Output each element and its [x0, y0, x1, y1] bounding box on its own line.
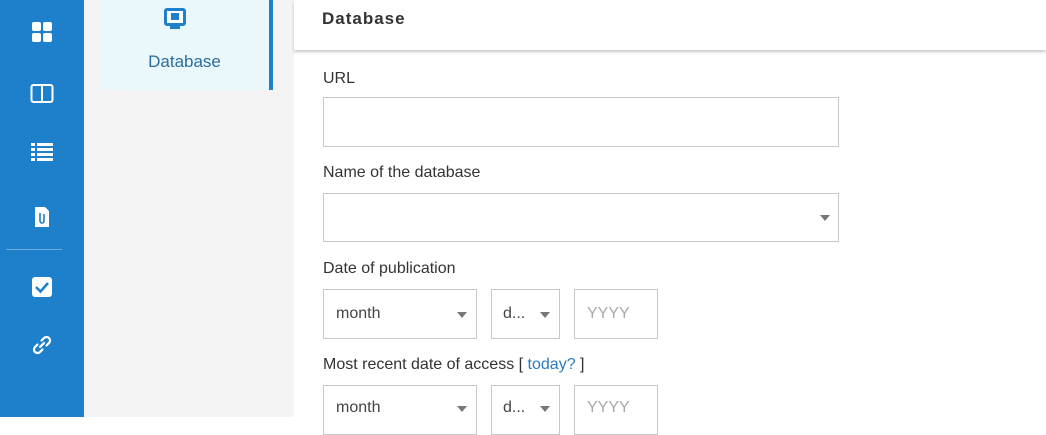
pub-day-select[interactable]: d... — [491, 289, 560, 339]
source-type-card-database[interactable] — [100, 0, 273, 90]
pub-year-placeholder: YYYY — [587, 305, 630, 322]
page-header: Database — [294, 0, 1046, 50]
list-icon[interactable] — [0, 130, 84, 174]
pub-day-value: d... — [503, 305, 526, 322]
access-month-value: month — [336, 399, 381, 416]
link-icon[interactable] — [0, 323, 84, 367]
pub-date-label: Date of publication — [323, 260, 456, 277]
db-name-select[interactable] — [323, 193, 839, 242]
source-type-panel: Database — [84, 0, 294, 417]
source-type-label: Database — [148, 52, 221, 71]
left-nav-rail — [0, 0, 84, 417]
access-year-input[interactable]: YYYY — [574, 385, 658, 435]
grid-icon[interactable] — [0, 10, 84, 54]
chevron-down-icon — [540, 406, 550, 412]
access-date-label: Most recent date of access [ today? ] — [323, 356, 584, 374]
access-label-end: ] — [575, 356, 585, 373]
page-title: Database — [322, 9, 406, 28]
db-name-label: Name of the database — [323, 164, 481, 181]
chevron-down-icon — [820, 215, 830, 221]
access-day-value: d... — [503, 399, 526, 416]
checkbox-icon[interactable] — [0, 265, 84, 309]
chevron-down-icon — [540, 312, 550, 318]
pub-month-value: month — [336, 305, 381, 322]
form-area: Database URL Name of the database Date o… — [294, 0, 1046, 435]
access-day-select[interactable]: d... — [491, 385, 560, 435]
access-label-text: Most recent date of access [ — [323, 356, 528, 373]
access-year-placeholder: YYYY — [587, 399, 630, 416]
monitor-stand — [170, 26, 180, 29]
url-input[interactable] — [323, 97, 839, 147]
selected-indicator — [269, 0, 273, 90]
chevron-down-icon — [457, 406, 467, 412]
database-monitor-icon — [164, 8, 186, 26]
chevron-down-icon — [457, 312, 467, 318]
access-month-select[interactable]: month — [323, 385, 477, 435]
columns-icon[interactable] — [0, 72, 84, 116]
today-link[interactable]: today? — [528, 356, 576, 373]
attachment-icon[interactable] — [0, 195, 84, 239]
url-label: URL — [323, 70, 356, 87]
rail-divider — [6, 249, 62, 250]
pub-month-select[interactable]: month — [323, 289, 477, 339]
pub-year-input[interactable]: YYYY — [574, 289, 658, 339]
